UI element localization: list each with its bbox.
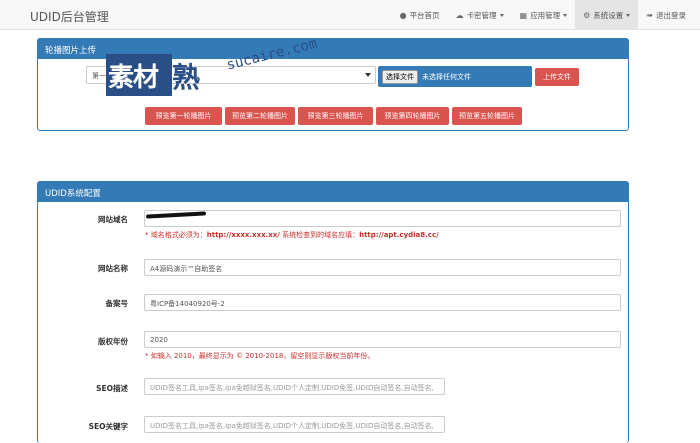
preview-banner-4-button[interactable]: 预览第四轮播图片 [376, 107, 449, 125]
chevron-down-icon [365, 73, 371, 77]
domain-label: 网站域名 [98, 215, 128, 224]
preview-banner-1-button[interactable]: 预览第一轮播图片 [145, 107, 222, 125]
domain-input[interactable] [144, 210, 621, 227]
logout-icon: ➠ [646, 10, 653, 20]
caret-down-icon [626, 13, 631, 17]
nav-menu: ● 平台首页 ☁ 卡密管理 ▦ 应用管理 ⚙ 系统设置 ➠ 退出登录 [392, 0, 694, 30]
user-icon: ● [399, 10, 407, 20]
watermark-logo-char: 熟 [172, 61, 202, 94]
caret-down-icon [563, 13, 568, 17]
watermark-logo: 素材 [106, 54, 172, 96]
seo-desc-label: SEO描述 [96, 384, 128, 393]
cloud-icon: ☁ [455, 10, 464, 20]
seo-keywords-input[interactable]: UDID签名工具,ipa签名,ipa免越狱签名,UDID个人定制,UDID免签,… [144, 416, 445, 433]
preview-banner-5-button[interactable]: 预览第五轮播图片 [452, 107, 522, 125]
preview-buttons: 预览第一轮播图片 预览第二轮播图片 预览第三轮播图片 预览第四轮播图片 预览第五… [145, 107, 525, 125]
caret-down-icon [499, 13, 504, 17]
copyright-input[interactable]: 2020 [144, 331, 621, 348]
choose-file-button[interactable]: 选择文件 [382, 69, 418, 84]
nav-item-settings[interactable]: ⚙ 系统设置 [575, 0, 639, 30]
nav-item-apps[interactable]: ▦ 应用管理 [512, 0, 576, 30]
config-panel-title: UDID系统配置 [38, 182, 628, 202]
file-picker[interactable]: 选择文件 未选择任何文件 [378, 66, 532, 87]
nav-item-home[interactable]: ● 平台首页 [392, 0, 448, 30]
seo-keywords-label: SEO关键字 [88, 422, 128, 431]
preview-banner-2-button[interactable]: 预览第二轮播图片 [225, 107, 295, 125]
file-status: 未选择任何文件 [422, 72, 471, 81]
icp-label: 备案号 [105, 299, 129, 308]
nav-item-card-keys[interactable]: ☁ 卡密管理 [448, 0, 512, 30]
site-name-input[interactable]: A4源码演示™自助签名 [144, 259, 621, 276]
icp-input[interactable]: 粤ICP备14040920号-2 [144, 294, 621, 311]
site-name-label: 网站名称 [98, 264, 128, 273]
domain-hint: * 域名格式必须为：http://xxxx.xxx.xx/ 系统检查到的域名应填… [145, 231, 439, 239]
upload-button[interactable]: 上传文件 [535, 68, 579, 86]
brand-title[interactable]: UDID后台管理 [30, 8, 109, 25]
copyright-label: 版权年份 [98, 337, 128, 346]
top-navbar: UDID后台管理 ● 平台首页 ☁ 卡密管理 ▦ 应用管理 ⚙ 系统设置 ➠ 退… [0, 0, 700, 30]
list-icon: ▦ [519, 10, 528, 20]
seo-desc-input[interactable]: UDID签名工具,ipa签名,ipa免越狱签名,UDID个人定制,UDID免签,… [144, 378, 445, 395]
gear-icon: ⚙ [583, 10, 591, 20]
copyright-hint: * 如输入 2010，最终显示为 © 2010-2018，留空则显示版权当前年份… [145, 352, 375, 360]
preview-banner-3-button[interactable]: 预览第三轮播图片 [298, 107, 373, 125]
nav-item-logout[interactable]: ➠ 退出登录 [638, 0, 694, 30]
